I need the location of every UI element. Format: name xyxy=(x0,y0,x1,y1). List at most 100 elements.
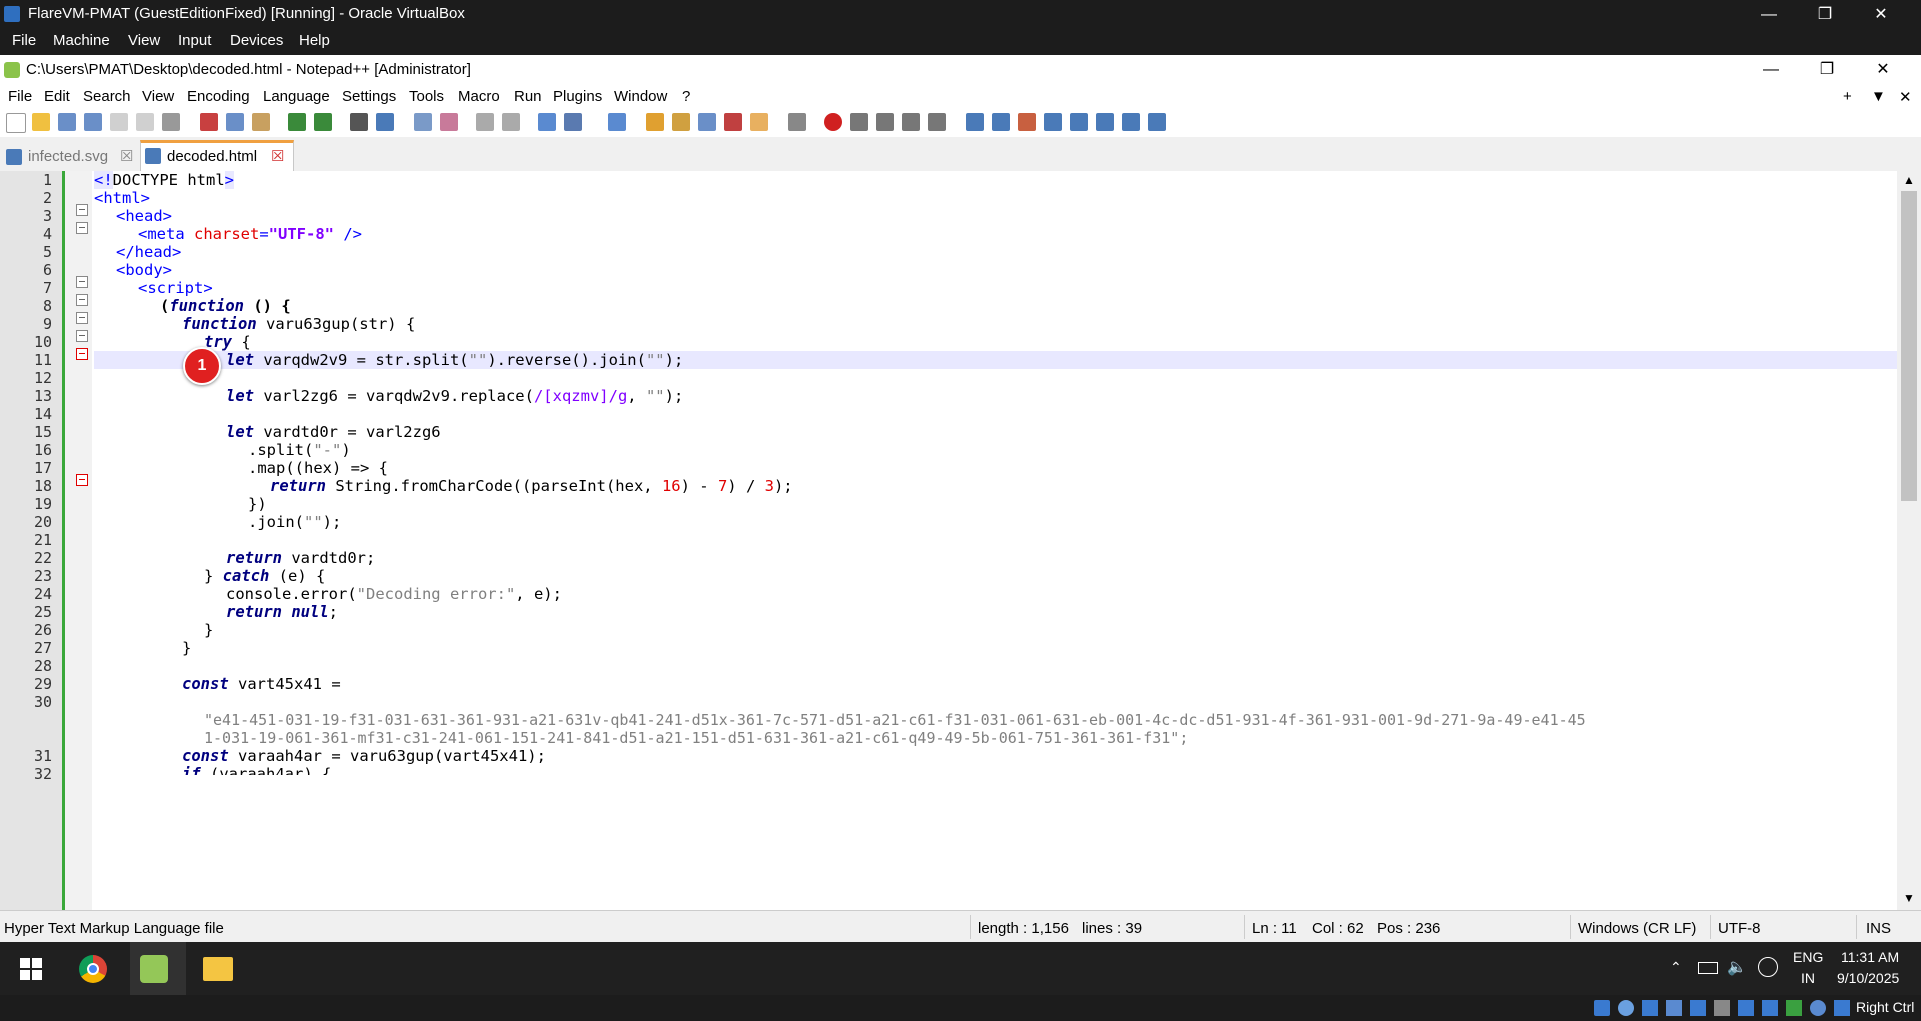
npp-menu-encoding[interactable]: Encoding xyxy=(187,88,250,105)
windows-start-icon[interactable] xyxy=(20,958,42,980)
open-file-icon[interactable] xyxy=(32,113,50,131)
vbox-shared-folder-icon[interactable] xyxy=(1714,1000,1730,1016)
scroll-down-icon[interactable]: ▼ xyxy=(1903,891,1915,905)
toolbar-extra-icon-3[interactable] xyxy=(1018,113,1036,131)
npp-menu-tools[interactable]: Tools xyxy=(409,88,444,105)
vbox-mouse-integration-icon[interactable] xyxy=(1810,1000,1826,1016)
network-globe-icon[interactable] xyxy=(1758,957,1778,977)
fold-toggle[interactable] xyxy=(76,348,88,360)
doc-list-icon[interactable] xyxy=(698,113,716,131)
vbox-display-icon[interactable] xyxy=(1738,1000,1754,1016)
toolbar-extra-icon-1[interactable] xyxy=(966,113,984,131)
save-macro-icon[interactable] xyxy=(928,113,946,131)
copy-icon[interactable] xyxy=(226,113,244,131)
fold-toggle[interactable] xyxy=(76,222,88,234)
close-doc-icon[interactable]: ✕ xyxy=(1899,88,1912,106)
npp-menu-language[interactable]: Language xyxy=(263,88,330,105)
fold-toggle[interactable] xyxy=(76,294,88,306)
function-list-icon[interactable] xyxy=(724,113,742,131)
save-all-icon[interactable] xyxy=(84,113,102,131)
vbox-optical-icon[interactable] xyxy=(1618,1000,1634,1016)
stop-macro-icon[interactable] xyxy=(850,113,868,131)
zoom-in-icon[interactable] xyxy=(414,113,432,131)
vbox-usb-icon[interactable] xyxy=(1690,1000,1706,1016)
npp-menu-view[interactable]: View xyxy=(142,88,174,105)
npp-menu-help[interactable]: ? xyxy=(682,88,690,105)
vbox-cpu-icon[interactable] xyxy=(1786,1000,1802,1016)
language-in[interactable]: IN xyxy=(1801,970,1815,986)
redo-icon[interactable] xyxy=(314,113,332,131)
npp-close-button[interactable]: ✕ xyxy=(1855,55,1911,85)
cut-icon[interactable] xyxy=(200,113,218,131)
close-file-icon[interactable] xyxy=(110,113,128,131)
battery-icon[interactable] xyxy=(1698,962,1718,974)
tab-close-icon[interactable]: ☒ xyxy=(120,143,133,171)
word-wrap-icon[interactable] xyxy=(538,113,556,131)
clock-date[interactable]: 9/10/2025 xyxy=(1837,970,1899,986)
vbox-menu-machine[interactable]: Machine xyxy=(53,32,110,49)
new-file-icon[interactable] xyxy=(6,113,26,133)
undo-icon[interactable] xyxy=(288,113,306,131)
toolbar-extra-icon-5[interactable] xyxy=(1122,113,1140,131)
vbox-menu-help[interactable]: Help xyxy=(299,32,330,49)
vbox-menu-view[interactable]: View xyxy=(128,32,160,49)
indent-guide-icon[interactable] xyxy=(608,113,626,131)
npp-restore-button[interactable]: ❐ xyxy=(1799,55,1855,85)
code-editor[interactable]: 1 2 3 4 5 6 7 8 9 10 11 12 13 14 15 16 1… xyxy=(0,171,1921,910)
new-tab-plus-icon[interactable]: + xyxy=(1843,88,1852,105)
fold-toggle[interactable] xyxy=(76,276,88,288)
toolbar-extra-icon-2[interactable] xyxy=(992,113,1010,131)
arrow-down-icon[interactable] xyxy=(1096,113,1114,131)
sync-vertical-icon[interactable] xyxy=(476,113,494,131)
file-explorer-icon[interactable] xyxy=(203,957,233,981)
arrow-up-icon[interactable] xyxy=(1070,113,1088,131)
toolbar-extra-icon-6[interactable] xyxy=(1148,113,1166,131)
chrome-icon[interactable] xyxy=(79,955,107,983)
vbox-menu-devices[interactable]: Devices xyxy=(230,32,283,49)
tab-decoded-html[interactable]: decoded.html ☒ xyxy=(140,140,294,171)
vbox-menu-input[interactable]: Input xyxy=(178,32,211,49)
show-all-chars-icon[interactable] xyxy=(564,113,582,131)
play-macro-icon[interactable] xyxy=(876,113,894,131)
doc-map-icon[interactable] xyxy=(672,113,690,131)
find-icon[interactable] xyxy=(350,113,368,131)
monitoring-icon[interactable] xyxy=(788,113,806,131)
sync-horizontal-icon[interactable] xyxy=(502,113,520,131)
vbox-network-icon[interactable] xyxy=(1666,1000,1682,1016)
tab-infected-svg[interactable]: infected.svg ☒ xyxy=(2,143,138,171)
print-icon[interactable] xyxy=(162,113,180,131)
fold-toggle[interactable] xyxy=(76,474,88,486)
volume-icon[interactable]: 🔈 xyxy=(1727,957,1747,977)
run-macro-multiple-icon[interactable] xyxy=(902,113,920,131)
clock-time[interactable]: 11:31 AM xyxy=(1841,949,1899,965)
npp-menu-search[interactable]: Search xyxy=(83,88,131,105)
tab-list-down-icon[interactable]: ▼ xyxy=(1871,88,1886,105)
scroll-thumb[interactable] xyxy=(1901,191,1917,501)
folder-workspace-icon[interactable] xyxy=(750,113,768,131)
vbox-close-button[interactable]: ✕ xyxy=(1853,0,1909,29)
toolbar-extra-icon-4[interactable] xyxy=(1044,113,1062,131)
replace-icon[interactable] xyxy=(376,113,394,131)
npp-menu-edit[interactable]: Edit xyxy=(44,88,70,105)
tab-close-icon[interactable]: ☒ xyxy=(271,143,284,171)
vertical-scrollbar[interactable]: ▲ ▼ xyxy=(1897,171,1921,910)
language-eng[interactable]: ENG xyxy=(1793,949,1823,965)
scroll-up-icon[interactable]: ▲ xyxy=(1903,173,1915,187)
fold-toggle[interactable] xyxy=(76,204,88,216)
vbox-audio-icon[interactable] xyxy=(1642,1000,1658,1016)
fold-toggle[interactable] xyxy=(76,330,88,342)
vbox-keyboard-icon[interactable] xyxy=(1834,1000,1850,1016)
udl-icon[interactable] xyxy=(646,113,664,131)
close-all-icon[interactable] xyxy=(136,113,154,131)
fold-toggle[interactable] xyxy=(76,312,88,324)
npp-minimize-button[interactable]: — xyxy=(1743,55,1799,85)
vbox-minimize-button[interactable]: — xyxy=(1741,0,1797,29)
save-icon[interactable] xyxy=(58,113,76,131)
npp-menu-plugins[interactable]: Plugins xyxy=(553,88,602,105)
npp-menu-window[interactable]: Window xyxy=(614,88,667,105)
npp-menu-run[interactable]: Run xyxy=(514,88,542,105)
vbox-menu-file[interactable]: File xyxy=(12,32,36,49)
paste-icon[interactable] xyxy=(252,113,270,131)
vbox-recording-icon[interactable] xyxy=(1762,1000,1778,1016)
record-macro-icon[interactable] xyxy=(824,113,842,131)
